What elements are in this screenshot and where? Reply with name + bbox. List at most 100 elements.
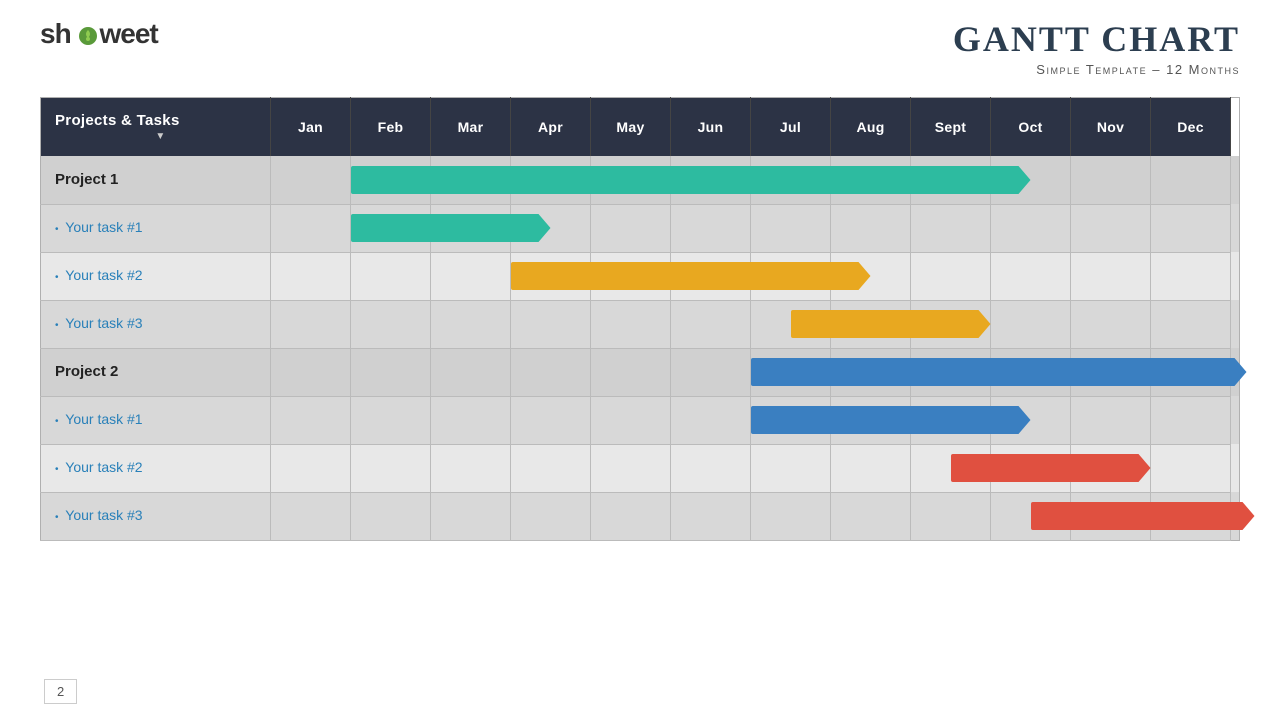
month-cell [911,252,991,300]
month-cell [271,348,351,396]
task-row: • Your task #1 [41,204,1240,252]
month-cell [591,444,671,492]
header-row: Projects & Tasks ▼ Jan Feb Mar Apr May J… [41,98,1240,157]
col-header-jan: Jan [271,98,351,157]
month-cell [431,204,511,252]
month-cell [351,444,431,492]
page-subtitle: Simple Template – 12 Months [1036,62,1240,77]
task-label-cell: • Your task #2 [41,444,271,492]
month-cell [911,156,991,204]
month-cell [671,252,751,300]
month-cell [511,396,591,444]
col-header-oct: Oct [991,98,1071,157]
month-cell [991,300,1071,348]
month-cell [671,204,751,252]
month-cell [1151,156,1231,204]
month-cell [591,252,671,300]
task-label-cell: • Your task #2 [41,252,271,300]
month-cell [351,396,431,444]
month-cell [671,396,751,444]
month-cell [831,300,911,348]
col-header-tasks: Projects & Tasks ▼ [41,98,271,157]
month-cell [671,444,751,492]
month-cell [271,156,351,204]
month-cell [911,396,991,444]
col-header-mar: Mar [431,98,511,157]
month-cell [991,492,1071,540]
month-cell [591,396,671,444]
month-cell [1151,348,1231,396]
project-label: Project 2 [41,363,128,380]
month-cell [1071,204,1151,252]
col-header-jun: Jun [671,98,751,157]
month-cell [991,204,1071,252]
month-cell [511,204,591,252]
month-cell [991,396,1071,444]
col-header-dec: Dec [1151,98,1231,157]
month-cell [751,396,831,444]
task-label: • Your task #1 [41,411,153,427]
month-cell [1071,348,1151,396]
month-cell [351,156,431,204]
task-row: • Your task #1 [41,396,1240,444]
col-header-nov: Nov [1071,98,1151,157]
month-cell [751,444,831,492]
month-cell [511,348,591,396]
gantt-table: Projects & Tasks ▼ Jan Feb Mar Apr May J… [40,97,1240,541]
task-label-cell: • Your task #3 [41,492,271,540]
page: sh weet Gantt Chart Simple Template – 12… [0,0,1280,720]
month-cell [911,348,991,396]
month-cell [431,444,511,492]
month-cell [431,492,511,540]
month-cell [271,204,351,252]
project-row: Project 1 [41,156,1240,204]
month-cell [671,156,751,204]
month-cell [511,300,591,348]
month-cell [271,396,351,444]
month-cell [511,252,591,300]
sort-arrow: ▼ [55,131,266,142]
month-cell [751,252,831,300]
month-cell [1071,300,1151,348]
task-label: • Your task #2 [41,459,153,475]
month-cell [511,156,591,204]
task-row: • Your task #3 [41,300,1240,348]
col-header-aug: Aug [831,98,911,157]
month-cell [831,396,911,444]
month-cell [591,492,671,540]
chart-wrapper: Projects & Tasks ▼ Jan Feb Mar Apr May J… [0,87,1280,720]
month-cell [1151,444,1231,492]
page-number: 2 [44,679,77,704]
logo-text: sh weet [40,18,158,49]
month-cell [911,444,991,492]
month-cell [751,348,831,396]
month-cell [271,492,351,540]
task-label: • Your task #1 [41,219,153,235]
month-cell [991,348,1071,396]
col-header-apr: Apr [511,98,591,157]
month-cell [1151,252,1231,300]
project-row: Project 2 [41,348,1240,396]
task-label-cell: • Your task #3 [41,300,271,348]
month-cell [911,300,991,348]
month-cell [831,252,911,300]
month-cell [431,396,511,444]
logo: sh weet [40,18,158,50]
month-cell [991,252,1071,300]
month-cell [591,204,671,252]
month-cell [671,492,751,540]
month-cell [1071,444,1151,492]
month-cell [591,348,671,396]
col-header-feb: Feb [351,98,431,157]
month-cell [431,156,511,204]
month-cell [831,348,911,396]
task-label-cell: Project 1 [41,156,271,204]
col-header-may: May [591,98,671,157]
month-cell [351,492,431,540]
month-cell [511,444,591,492]
month-cell [991,444,1071,492]
month-cell [351,252,431,300]
month-cell [671,348,751,396]
month-cell [431,348,511,396]
month-cell [351,300,431,348]
